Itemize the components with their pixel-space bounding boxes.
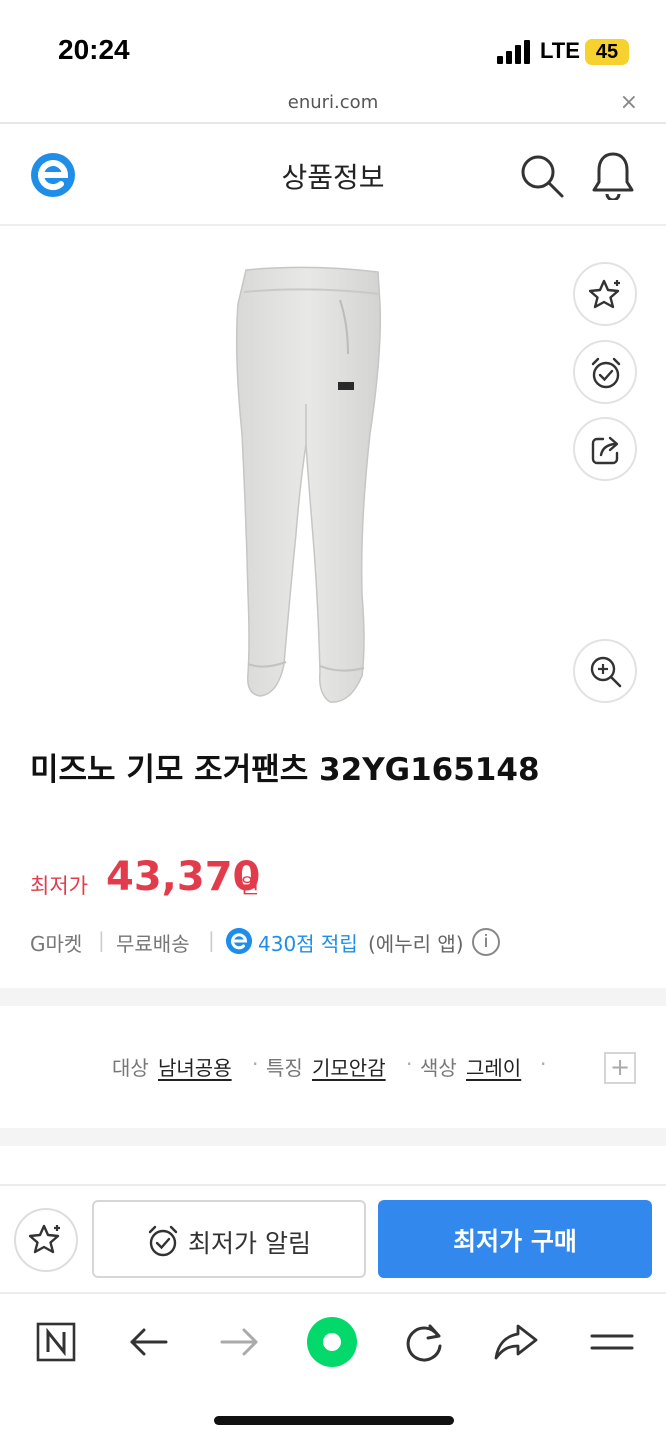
spec-label: 색상: [420, 1056, 457, 1080]
zoom-in-icon: [590, 656, 622, 688]
spec-value[interactable]: 그레이: [466, 1052, 521, 1081]
seller-name[interactable]: G마켓: [30, 928, 82, 957]
search-icon[interactable]: [518, 152, 566, 200]
status-bar: 20:24 LTE 45: [0, 0, 666, 88]
signal-icon: [497, 40, 530, 64]
back-arrow-icon: [130, 1328, 168, 1356]
share-button[interactable]: [573, 417, 637, 481]
zoom-button[interactable]: [573, 639, 637, 703]
bell-icon[interactable]: [590, 150, 636, 200]
menu-button[interactable]: [586, 1316, 638, 1368]
spec-summary: 대상 남녀공용 · 특징 기모안감 · 색상 그레이 ·: [0, 1050, 666, 1086]
status-time: 20:24: [58, 34, 130, 65]
lowest-price-buy-button[interactable]: 최저가 구매: [378, 1200, 652, 1278]
refresh-icon: [406, 1324, 442, 1362]
spec-expand-button[interactable]: +: [604, 1052, 636, 1084]
app-header: 상품정보: [0, 126, 666, 226]
favorite-bottom-button[interactable]: [14, 1208, 78, 1272]
price-alarm-side-button[interactable]: [573, 340, 637, 404]
purchase-action-bar: 최저가 알림 최저가 구매: [0, 1184, 666, 1292]
alarm-clock-icon: [148, 1225, 178, 1257]
green-home-button[interactable]: [306, 1316, 358, 1368]
share-arrow-icon: [494, 1324, 538, 1360]
share-icon: [591, 436, 619, 465]
points-text: 430점 적립: [258, 932, 358, 956]
price-label: 최저가: [30, 874, 88, 898]
spec-separator: ·: [252, 1052, 259, 1076]
section-divider: [0, 988, 666, 1006]
url-text[interactable]: enuri.com: [0, 92, 666, 113]
alert-button-label: 최저가 알림: [188, 1229, 311, 1258]
forward-arrow-icon: [220, 1328, 258, 1356]
price-value: 43,370: [106, 854, 261, 900]
favorite-star-icon: [589, 279, 620, 309]
divider: |: [208, 928, 215, 952]
enuri-points-icon: [226, 928, 252, 954]
favorite-button[interactable]: [573, 262, 637, 326]
product-name: 미즈노 기모 조거팬츠 32YG165148: [30, 752, 540, 788]
spec-value[interactable]: 기모안감: [312, 1052, 386, 1081]
shipping-text: 무료배송: [116, 932, 190, 956]
spec-separator: ·: [406, 1052, 413, 1076]
forward-button[interactable]: [214, 1316, 266, 1368]
section-divider: [0, 1128, 666, 1146]
info-icon[interactable]: i: [472, 928, 500, 956]
menu-icon: [590, 1334, 634, 1350]
green-dot-icon: [307, 1317, 357, 1367]
spec-value[interactable]: 남녀공용: [158, 1052, 232, 1081]
spec-separator: ·: [540, 1052, 547, 1076]
price-unit: 원: [240, 874, 260, 898]
page-title: 상품정보: [281, 161, 385, 194]
spec-label: 특징: [266, 1056, 303, 1080]
divider: |: [98, 928, 105, 952]
network-type: LTE: [540, 38, 580, 63]
back-button[interactable]: [122, 1316, 174, 1368]
points-note: (에누리 앱): [368, 932, 464, 956]
alarm-clock-icon: [591, 357, 621, 389]
url-bar[interactable]: enuri.com ×: [0, 88, 666, 124]
naver-n-button[interactable]: [30, 1316, 82, 1368]
home-indicator[interactable]: [214, 1416, 454, 1425]
product-image[interactable]: [220, 264, 400, 706]
buy-button-label: 최저가 구매: [453, 1227, 577, 1256]
lowest-price-alert-button[interactable]: 최저가 알림: [92, 1200, 366, 1278]
spec-label: 대상: [112, 1056, 149, 1080]
refresh-button[interactable]: [398, 1316, 450, 1368]
share-page-button[interactable]: [490, 1316, 542, 1368]
battery-indicator: 45: [585, 39, 629, 65]
naver-n-icon: [36, 1322, 76, 1362]
close-icon[interactable]: ×: [620, 90, 638, 115]
favorite-star-icon: [29, 1224, 60, 1254]
